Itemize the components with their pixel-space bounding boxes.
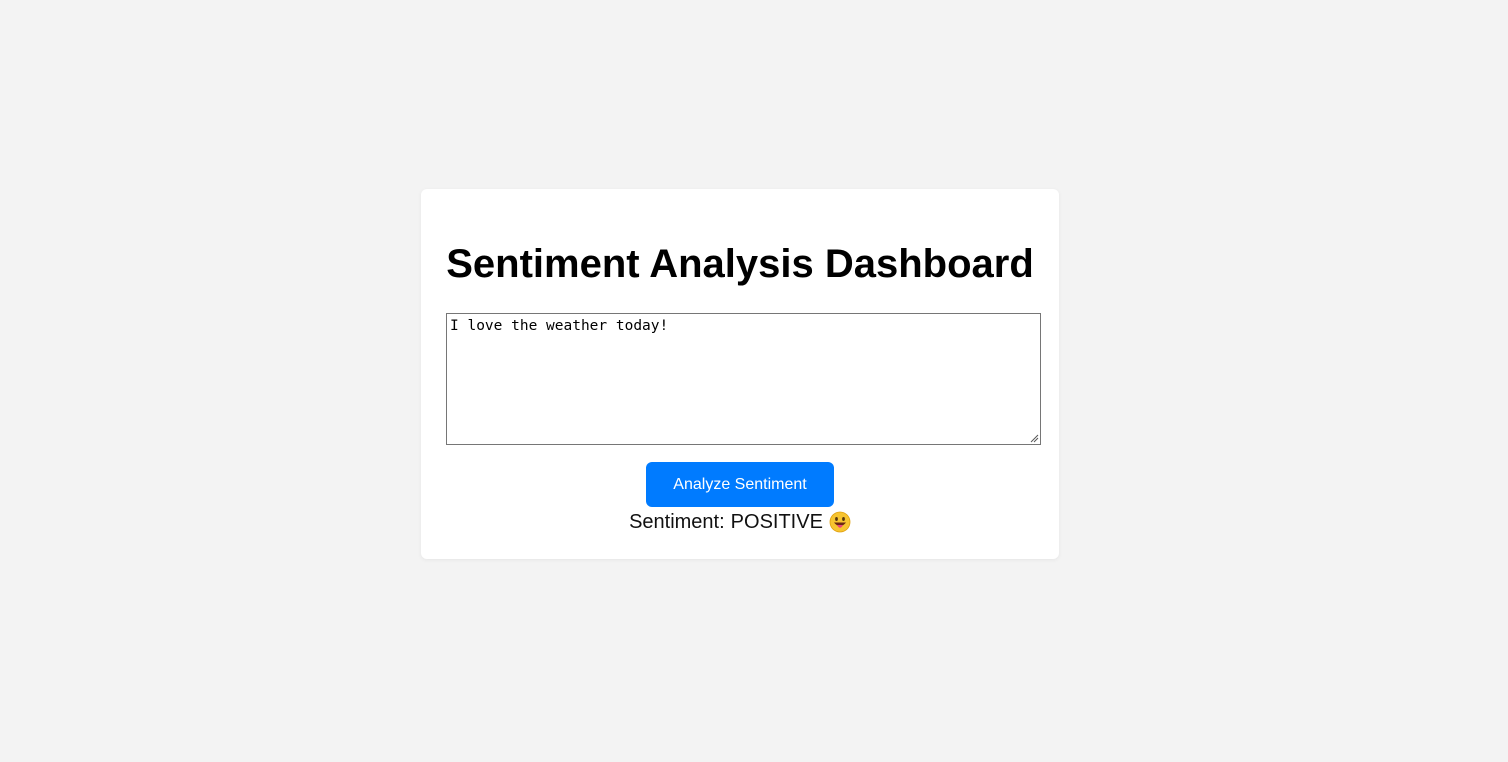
sentiment-result: Sentiment: POSITIVE xyxy=(421,509,1059,535)
grinning-tongue-emoji-icon xyxy=(829,511,851,533)
resize-handle-icon[interactable] xyxy=(1029,433,1039,443)
sentiment-prefix: Sentiment: xyxy=(629,511,725,533)
text-input[interactable]: I love the weather today! xyxy=(446,313,1041,445)
dashboard-card: Sentiment Analysis Dashboard I love the … xyxy=(421,189,1059,559)
analyze-sentiment-button[interactable]: Analyze Sentiment xyxy=(646,462,834,507)
sentiment-label: POSITIVE xyxy=(730,511,823,533)
text-input-value: I love the weather today! xyxy=(450,318,669,334)
page-title: Sentiment Analysis Dashboard xyxy=(446,242,1034,286)
